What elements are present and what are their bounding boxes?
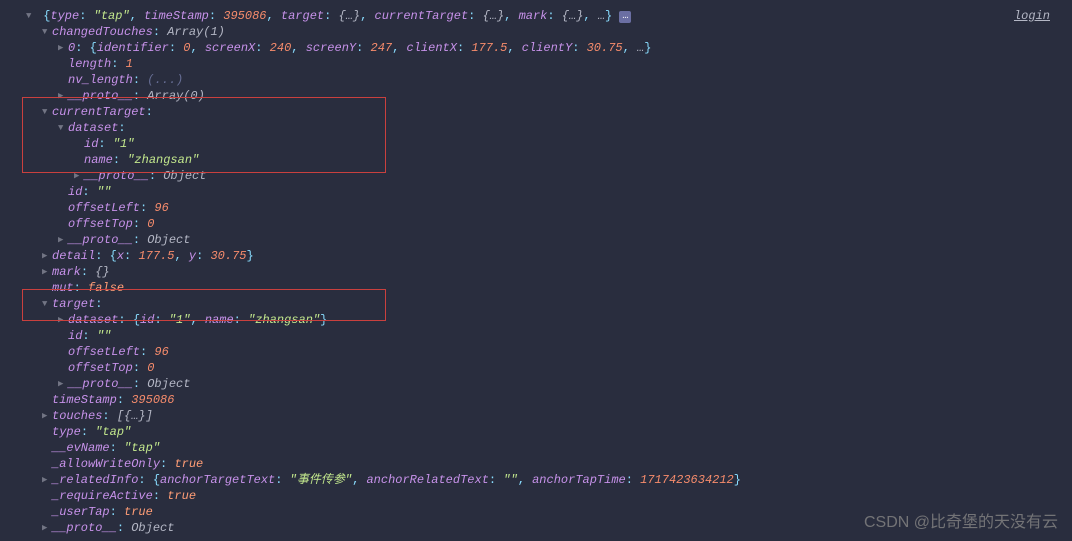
expand-icon[interactable]	[58, 120, 68, 136]
length-row: length: 1	[14, 56, 1058, 72]
changed-touches-row[interactable]: changedTouches: Array(1)	[14, 24, 1058, 40]
timestamp-row: timeStamp: 395086	[14, 392, 1058, 408]
touches-0-row[interactable]: 0: {identifier: 0, screenX: 240, screenY…	[14, 40, 1058, 56]
ct-proto-row[interactable]: __proto__: Object	[14, 232, 1058, 248]
expand-icon[interactable]	[58, 312, 68, 328]
expand-icon[interactable]	[42, 24, 52, 40]
expand-icon[interactable]	[42, 408, 52, 424]
root-line[interactable]: {type: "tap", timeStamp: 395086, target:…	[14, 8, 1058, 24]
touches-row[interactable]: touches: [{…}]	[14, 408, 1058, 424]
ct-offsettop-row: offsetTop: 0	[14, 216, 1058, 232]
expand-icon[interactable]	[58, 232, 68, 248]
expand-icon[interactable]	[74, 168, 84, 184]
require-active-row: _requireActive: true	[14, 488, 1058, 504]
current-target-row[interactable]: currentTarget:	[14, 104, 1058, 120]
target-dataset-row[interactable]: dataset: {id: "1", name: "zhangsan"}	[14, 312, 1058, 328]
expand-icon[interactable]	[26, 8, 36, 24]
mark-row[interactable]: mark: {}	[14, 264, 1058, 280]
target-offsettop-row: offsetTop: 0	[14, 360, 1058, 376]
nv-length-row[interactable]: nv_length: (...)	[14, 72, 1058, 88]
expand-icon[interactable]	[58, 40, 68, 56]
proto-row[interactable]: __proto__: Array(0)	[14, 88, 1058, 104]
console-object-tree: {type: "tap", timeStamp: 395086, target:…	[14, 8, 1058, 536]
mut-row: mut: false	[14, 280, 1058, 296]
expand-icon[interactable]	[42, 248, 52, 264]
watermark-text: CSDN @比奇堡的天没有云	[864, 515, 1058, 531]
expand-icon[interactable]	[58, 376, 68, 392]
type-row: type: "tap"	[14, 424, 1058, 440]
expand-icon[interactable]	[42, 472, 52, 488]
expand-icon[interactable]	[58, 88, 68, 104]
target-proto-row[interactable]: __proto__: Object	[14, 376, 1058, 392]
ct-id-row: id: ""	[14, 184, 1058, 200]
expand-icon[interactable]	[42, 104, 52, 120]
ct-offsetleft-row: offsetLeft: 96	[14, 200, 1058, 216]
evname-row: __evName: "tap"	[14, 440, 1058, 456]
target-row[interactable]: target:	[14, 296, 1058, 312]
related-info-row[interactable]: _relatedInfo: {anchorTargetText: "事件传参",…	[14, 472, 1058, 488]
target-offsetleft-row: offsetLeft: 96	[14, 344, 1058, 360]
allow-write-row: _allowWriteOnly: true	[14, 456, 1058, 472]
dataset-id-row: id: "1"	[14, 136, 1058, 152]
dataset-name-row: name: "zhangsan"	[14, 152, 1058, 168]
dataset-proto-row[interactable]: __proto__: Object	[14, 168, 1058, 184]
collapse-icon[interactable]: …	[619, 11, 631, 23]
expand-icon[interactable]	[42, 520, 52, 536]
detail-row[interactable]: detail: {x: 177.5, y: 30.75}	[14, 248, 1058, 264]
target-id-row: id: ""	[14, 328, 1058, 344]
expand-icon[interactable]	[42, 296, 52, 312]
dataset-row[interactable]: dataset:	[14, 120, 1058, 136]
expand-icon[interactable]	[42, 264, 52, 280]
